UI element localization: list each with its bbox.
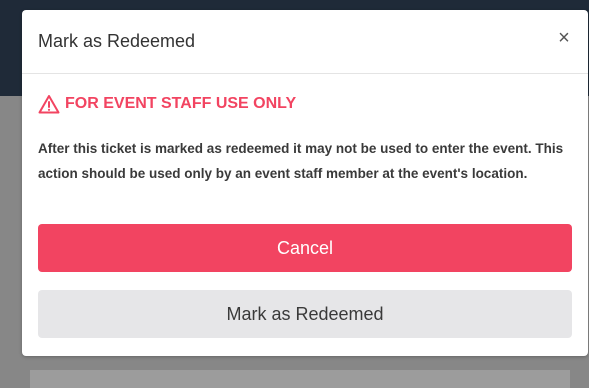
warning-triangle-icon — [38, 94, 60, 114]
background-content — [30, 370, 570, 388]
mark-as-redeemed-button[interactable]: Mark as Redeemed — [38, 290, 572, 338]
redeem-modal: Mark as Redeemed × FOR EVENT STAFF USE O… — [22, 10, 588, 356]
modal-header: Mark as Redeemed × — [22, 10, 588, 74]
close-icon[interactable]: × — [552, 26, 576, 50]
redeem-description: After this ticket is marked as redeemed … — [38, 141, 564, 181]
cancel-button[interactable]: Cancel — [38, 224, 572, 272]
staff-only-warning: FOR EVENT STAFF USE ONLY — [38, 94, 296, 114]
modal-title: Mark as Redeemed — [38, 31, 196, 51]
warning-text: FOR EVENT STAFF USE ONLY — [65, 95, 297, 112]
